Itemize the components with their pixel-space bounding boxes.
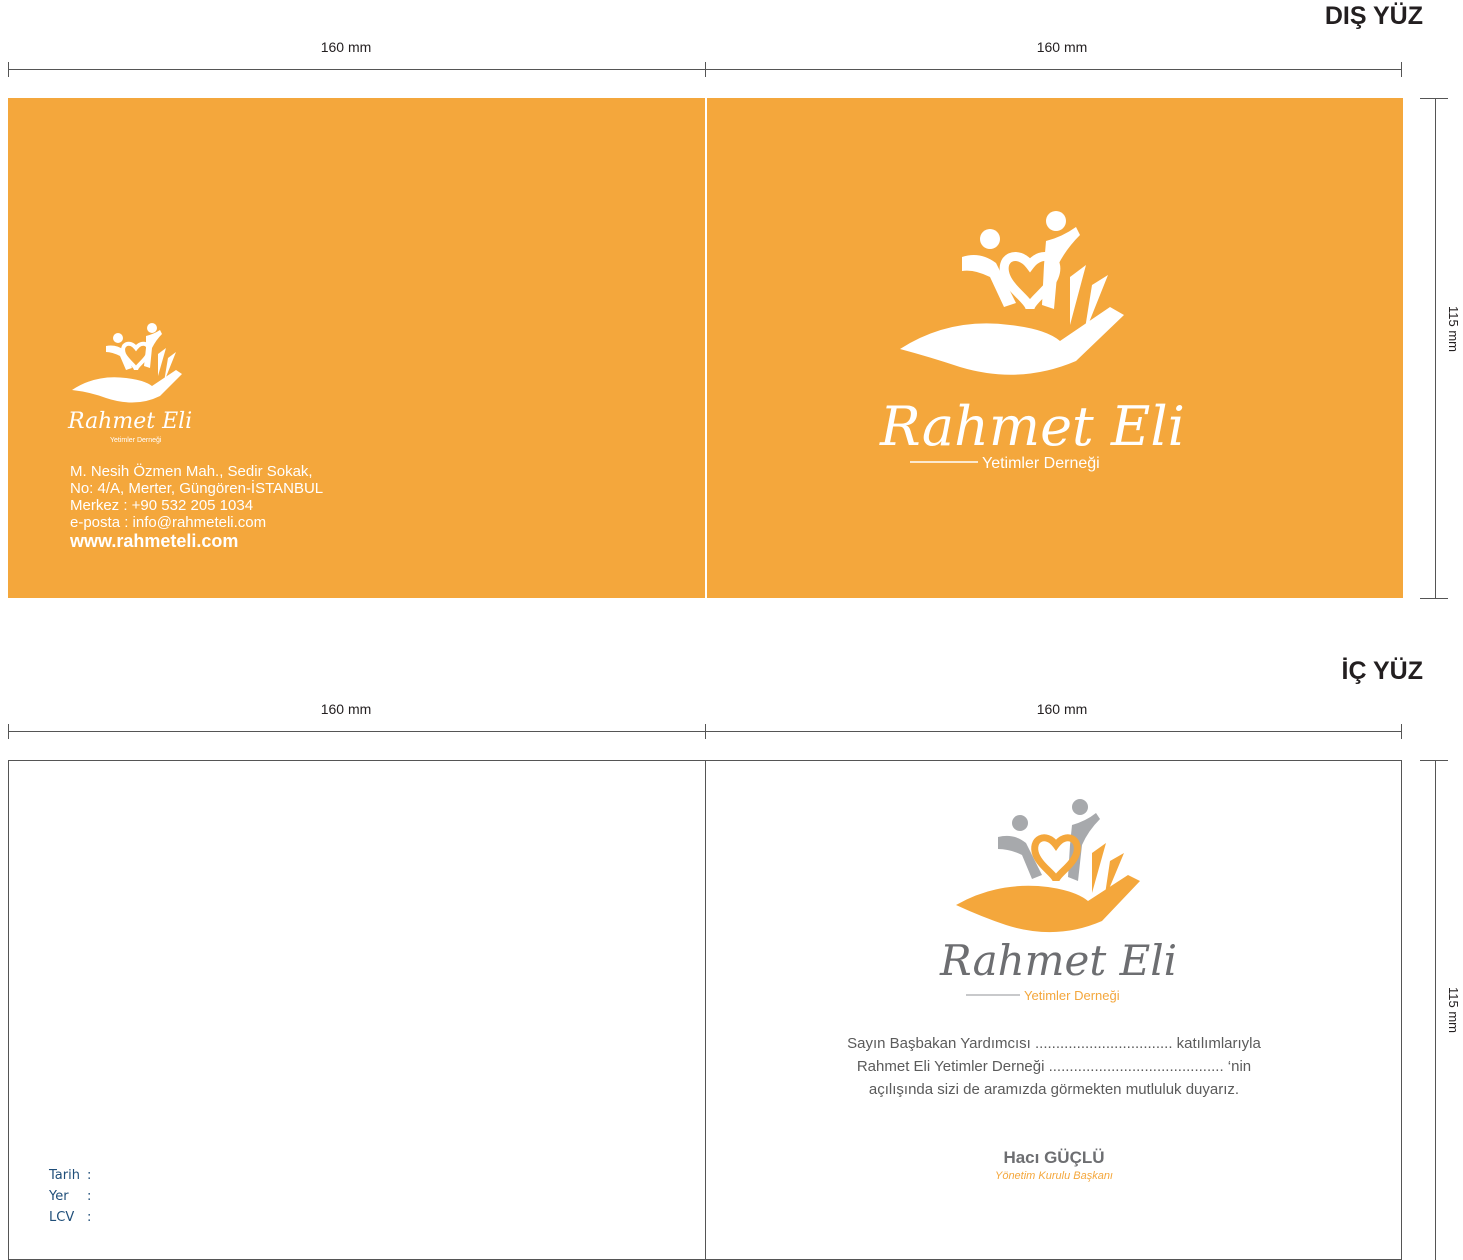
place-label: Yer: [49,1189,92,1204]
outer-dim-tick [8,62,9,77]
small-brand-script: Rahmet Eli [67,409,192,434]
inner-dim-tick [705,724,706,739]
outer-height-label: 115 mm [1446,306,1461,352]
inner-fold-line [705,760,706,1260]
website-link[interactable]: www.rahmeteli.com [70,531,323,551]
invitation-line: Rahmet Eli Yetimler Derneği ............… [856,1058,1252,1075]
outer-height-tick [1420,98,1448,99]
outer-section-title: DIŞ YÜZ [1324,2,1423,30]
address-block: M. Nesih Özmen Mah., Sedir Sokak, No: 4/… [70,463,323,551]
small-logo-icon: Rahmet Eli Yetimler Derneği [67,323,192,444]
inner-height-tick [1420,760,1448,761]
invitation-line: açılışında sizi de aramızda görmekten mu… [868,1081,1240,1098]
inner-brand-sub: Yetimler Derneği [1024,988,1120,1003]
phone-line: Merkez : +90 532 205 1034 [70,497,254,514]
inner-width-right-label: 160 mm [1036,701,1088,717]
inner-brand-script: Rahmet Eli [939,936,1177,985]
date-label: Tarih: [49,1168,92,1183]
inner-height-label: 115 mm [1446,987,1461,1033]
invitation-text: Sayın Başbakan Yardımcısı ..............… [706,1032,1402,1101]
front-brand-script: Rahmet Eli [879,395,1185,458]
address-line: M. Nesih Özmen Mah., Sedir Sokak, [70,463,313,480]
inner-logo-icon: Rahmet Eli Yetimler Derneği [939,799,1177,1003]
rsvp-label: LCV: [49,1210,92,1225]
outer-dim-tick [705,62,706,77]
front-logo-icon: Rahmet Eli Yetimler Derneği [879,211,1185,472]
outer-width-left-label: 160 mm [320,39,372,55]
email-line: e-posta : info@rahmeteli.com [70,514,267,531]
signature-title: Yönetim Kurulu Başkanı [994,1170,1113,1182]
inner-dim-tick [8,724,9,739]
outer-height-tick [1420,598,1448,599]
outer-dim-tick [1401,62,1402,77]
signature-name: Hacı GÜÇLÜ [1003,1148,1105,1167]
inner-dim-tick [1401,724,1402,739]
small-brand-sub: Yetimler Derneği [110,437,162,444]
front-brand-sub: Yetimler Derneği [982,455,1100,472]
inner-width-left-label: 160 mm [320,701,372,717]
address-line: No: 4/A, Merter, Güngören-İSTANBUL [70,480,324,497]
inner-section-title: İÇ YÜZ [1341,657,1424,685]
invitation-line: Sayın Başbakan Yardımcısı ..............… [847,1035,1261,1052]
outer-height-dimension-line [1435,98,1436,598]
inner-height-dimension-line [1435,760,1436,1260]
outer-width-right-label: 160 mm [1036,39,1088,55]
